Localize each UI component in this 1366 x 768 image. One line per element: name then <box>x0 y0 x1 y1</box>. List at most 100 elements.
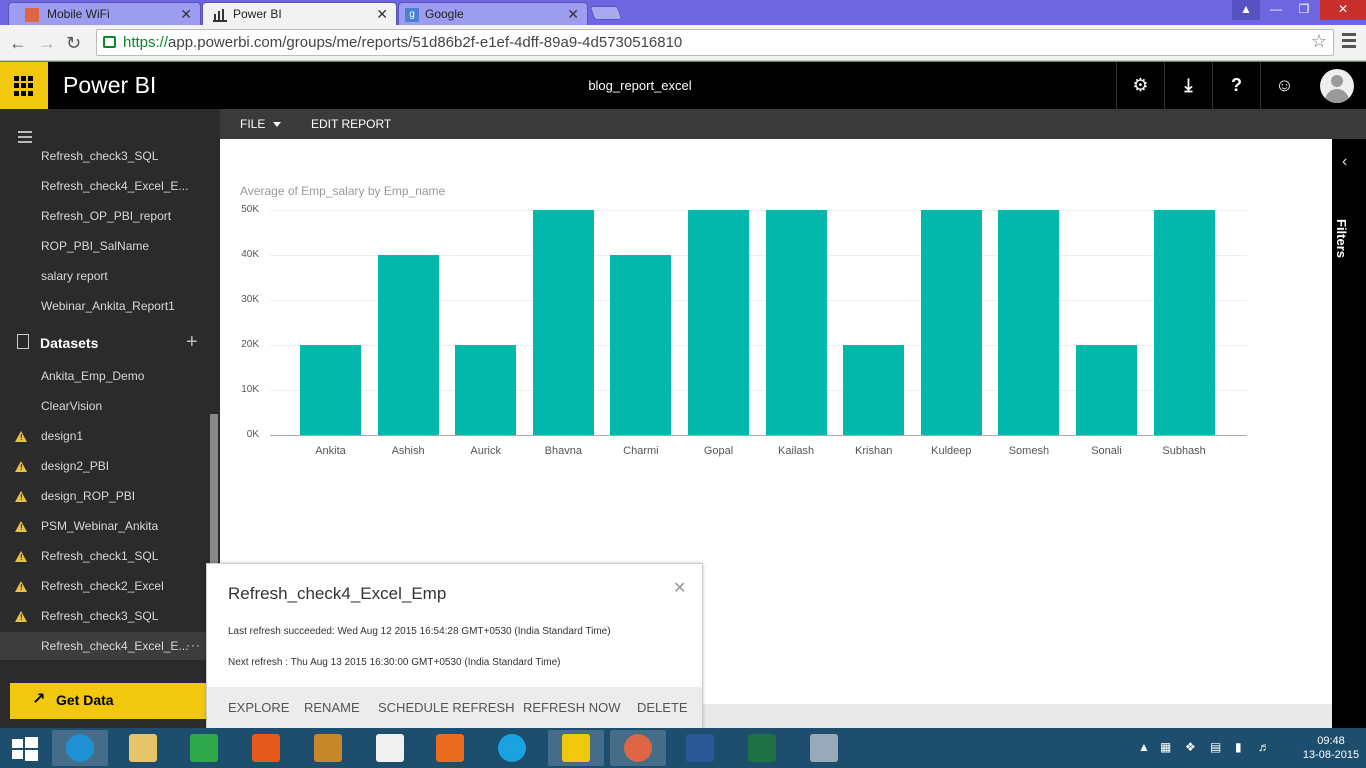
window-close-button[interactable]: ✕ <box>1320 0 1366 20</box>
battery-icon[interactable]: ▮ <box>1235 740 1242 754</box>
sidebar-dataset-item[interactable]: ClearVision <box>41 399 102 413</box>
system-clock[interactable]: 09:48 13-08-2015 <box>1296 734 1366 762</box>
sidebar-report-item[interactable]: Refresh_check3_SQL <box>41 149 158 163</box>
close-icon[interactable]: ✕ <box>180 6 192 23</box>
tab-label: Google <box>425 7 464 21</box>
power-bi-icon[interactable] <box>548 730 604 766</box>
sidebar-dataset-item[interactable]: Refresh_check2_Excel <box>41 579 164 593</box>
x-axis-line <box>270 435 1247 436</box>
bar-ashish[interactable] <box>377 255 439 435</box>
bar-subhash[interactable] <box>1153 210 1215 435</box>
sidebar-report-item[interactable]: Webinar_Ankita_Report1 <box>41 299 175 313</box>
paint-icon[interactable] <box>796 730 852 766</box>
hamburger-menu-icon[interactable] <box>18 131 32 146</box>
sidebar-report-item[interactable]: ROP_PBI_SalName <box>41 239 149 253</box>
get-data-button[interactable]: ↗ Get Data <box>10 683 220 719</box>
bar-somesh[interactable] <box>998 210 1060 435</box>
edit-report-button[interactable]: EDIT REPORT <box>311 117 391 131</box>
download-icon[interactable]: ⤓ <box>1164 62 1212 109</box>
restore-button[interactable]: ❐ <box>1290 0 1318 20</box>
bar-kailash[interactable] <box>765 210 827 435</box>
smiley-icon[interactable]: ☺ <box>1260 62 1308 109</box>
forward-icon[interactable]: → <box>38 33 56 54</box>
bar-ankita[interactable] <box>300 345 361 435</box>
volume-icon[interactable]: ♬ <box>1258 740 1270 754</box>
x-tick-label: Ashish <box>391 445 425 457</box>
tray-app-icon[interactable]: ▦ <box>1160 740 1171 754</box>
tab-mobile-wifi[interactable]: Mobile WiFi ✕ <box>8 2 201 25</box>
skype-icon[interactable] <box>484 730 540 766</box>
browser-menu-icon[interactable] <box>1342 33 1356 51</box>
x-tick-label: Charmi <box>623 445 659 457</box>
sidebar-report-item[interactable]: salary report <box>41 269 108 283</box>
warning-icon: ! <box>15 581 27 592</box>
start-button[interactable] <box>0 730 48 766</box>
network-icon[interactable]: ▤ <box>1210 740 1221 754</box>
internet-explorer-icon[interactable] <box>52 730 108 766</box>
file-menu[interactable]: FILE <box>240 117 282 131</box>
sidebar-dataset-item[interactable]: Ankita_Emp_Demo <box>41 369 144 383</box>
add-dataset-icon[interactable]: + <box>186 331 198 354</box>
bar-sonali[interactable] <box>1076 345 1137 435</box>
warning-icon: ! <box>15 551 27 562</box>
refresh-now-button[interactable]: REFRESH NOW <box>523 700 621 715</box>
chrome-icon[interactable] <box>610 730 666 766</box>
x-tick-label: Kailash <box>778 445 815 457</box>
url-input[interactable]: https://app.powerbi.com/groups/me/report… <box>96 29 1334 56</box>
x-tick-label: Kuldeep <box>931 445 972 457</box>
sidebar-dataset-item[interactable]: Refresh_check1_SQL <box>41 549 158 563</box>
tray-expand-icon[interactable]: ▲ <box>1138 740 1150 754</box>
sidebar-report-item[interactable]: Refresh_check4_Excel_E... <box>41 179 188 193</box>
close-icon[interactable]: ✕ <box>376 6 388 23</box>
bar-bhavna[interactable] <box>532 210 594 435</box>
close-icon[interactable]: ✕ <box>673 578 686 598</box>
home-icon[interactable] <box>362 730 418 766</box>
explore-button[interactable]: EXPLORE <box>228 700 289 715</box>
tab-power-bi[interactable]: Power BI ✕ <box>202 2 397 25</box>
chevron-left-icon[interactable]: ‹ <box>1342 153 1347 171</box>
minimize-button[interactable]: — <box>1262 0 1290 20</box>
url-path: app.powerbi.com/groups/me/reports/51d86b… <box>168 34 683 51</box>
sidebar-dataset-item[interactable]: design1 <box>41 429 83 443</box>
store-icon[interactable] <box>176 730 232 766</box>
sidebar-dataset-item[interactable]: Refresh_check3_SQL <box>41 609 158 623</box>
user-avatar[interactable] <box>1320 69 1354 103</box>
bookmark-star-icon[interactable]: ☆ <box>1311 31 1327 52</box>
gear-icon[interactable]: ⚙ <box>1116 62 1164 109</box>
bar-aurick[interactable] <box>455 345 517 435</box>
photos-icon[interactable] <box>238 730 294 766</box>
close-icon[interactable]: ✕ <box>567 6 579 23</box>
tab-label: Power BI <box>233 7 282 21</box>
sidebar-dataset-item-selected[interactable]: Refresh_check4_Excel_E... <box>41 639 188 653</box>
word-icon[interactable] <box>672 730 728 766</box>
bar-krishan[interactable] <box>843 345 905 435</box>
rename-button[interactable]: RENAME <box>304 700 360 715</box>
user-profile-icon[interactable]: ▲ <box>1232 0 1260 20</box>
media-player-icon[interactable] <box>422 730 478 766</box>
bar-charmi[interactable] <box>610 255 672 435</box>
tab-google[interactable]: g Google ✕ <box>398 2 588 25</box>
sidebar-dataset-item[interactable]: design_ROP_PBI <box>41 489 135 503</box>
filters-label: Filters <box>1334 219 1349 259</box>
schedule-refresh-button[interactable]: SCHEDULE REFRESH <box>378 700 515 715</box>
bar-gopal[interactable] <box>688 210 749 435</box>
more-options-icon[interactable]: ··· <box>186 638 201 652</box>
help-icon[interactable]: ? <box>1212 62 1260 109</box>
sidebar-report-item[interactable]: Refresh_OP_PBI_report <box>41 209 171 223</box>
reload-icon[interactable]: ↻ <box>66 33 81 54</box>
sidebar-dataset-item[interactable]: design2_PBI <box>41 459 109 473</box>
dropbox-icon[interactable]: ❖ <box>1185 740 1196 754</box>
file-menu-label: FILE <box>240 117 266 131</box>
caret-down-icon <box>273 122 282 128</box>
back-icon[interactable]: ← <box>9 33 27 54</box>
popup-action-bar: EXPLORE RENAME SCHEDULE REFRESH REFRESH … <box>207 687 702 728</box>
new-tab-button[interactable] <box>589 6 623 20</box>
filters-pane[interactable]: ‹ Filters <box>1332 139 1366 728</box>
sidebar-dataset-item[interactable]: PSM_Webinar_Ankita <box>41 519 158 533</box>
delete-button[interactable]: DELETE <box>637 700 688 715</box>
excel-icon[interactable] <box>734 730 790 766</box>
file-explorer-icon[interactable] <box>115 730 171 766</box>
bar-kuldeep[interactable] <box>920 210 982 435</box>
notes-icon[interactable] <box>300 730 356 766</box>
app-launcher-icon[interactable] <box>0 62 48 109</box>
